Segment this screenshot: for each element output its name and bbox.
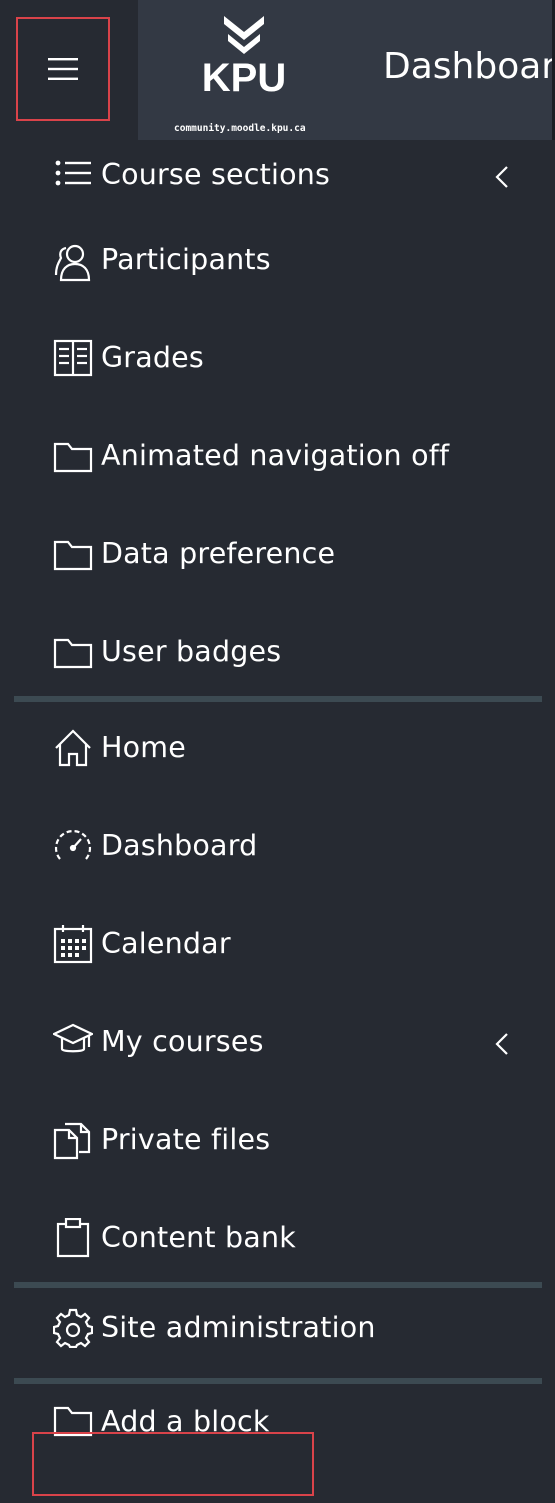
clipboard-icon [53, 1218, 93, 1258]
files-icon [53, 1120, 93, 1160]
moodle-app: KPU community.moodle.kpu.ca Dashboard [0, 0, 555, 1503]
nav-item-content-bank[interactable]: Content bank [0, 1192, 552, 1282]
kpu-logo-icon: KPU [202, 16, 286, 100]
nav-item-animated-navigation-off[interactable]: Animated navigation off [0, 410, 552, 508]
nav-drawer: Course sections Participants Grades Anim… [0, 140, 552, 1464]
nav-label-add-a-block: Add a block [101, 1405, 270, 1438]
page-title: Dashboard [383, 46, 555, 87]
nav-item-course-sections[interactable]: Course sections [0, 140, 552, 214]
list-icon [53, 154, 93, 194]
gear-icon [53, 1308, 93, 1348]
nav-label-dashboard: Dashboard [101, 829, 258, 862]
nav-label-site-administration: Site administration [101, 1311, 376, 1344]
nav-label-calendar: Calendar [101, 927, 231, 960]
nav-item-calendar[interactable]: Calendar [0, 898, 552, 996]
hamburger-icon [48, 58, 78, 80]
folder-icon [53, 534, 93, 574]
calendar-icon [53, 924, 93, 964]
home-icon [53, 728, 93, 768]
nav-label-my-courses: My courses [101, 1025, 264, 1058]
site-url-label: community.moodle.kpu.ca [174, 123, 306, 134]
gradebook-icon [53, 338, 93, 378]
nav-item-site-administration[interactable]: Site administration [0, 1288, 552, 1386]
folder-icon [53, 436, 93, 476]
nav-label-animated-navigation: Animated navigation off [101, 439, 450, 472]
folder-icon [53, 1400, 93, 1440]
nav-label-course-sections: Course sections [101, 158, 331, 191]
nav-item-participants[interactable]: Participants [0, 214, 552, 312]
nav-label-content-bank: Content bank [101, 1221, 296, 1254]
logo-panel: KPU community.moodle.kpu.ca Dashboard [138, 0, 555, 140]
nav-label-grades: Grades [101, 341, 204, 374]
nav-item-home[interactable]: Home [0, 702, 552, 800]
nav-item-data-preference[interactable]: Data preference [0, 508, 552, 606]
graduation-cap-icon [53, 1020, 93, 1060]
nav-label-private-files: Private files [101, 1123, 271, 1156]
nav-label-home: Home [101, 731, 186, 764]
nav-item-grades[interactable]: Grades [0, 312, 552, 410]
nav-item-user-badges[interactable]: User badges [0, 606, 552, 696]
nav-item-add-a-block[interactable]: Add a block [0, 1384, 552, 1464]
nav-item-private-files[interactable]: Private files [0, 1094, 552, 1192]
chevron-left-icon[interactable] [490, 1029, 514, 1059]
chevron-left-icon[interactable] [490, 162, 514, 192]
folder-icon [53, 632, 93, 672]
dashboard-gauge-icon [53, 826, 93, 866]
nav-label-data-preference: Data preference [101, 537, 336, 570]
nav-item-my-courses[interactable]: My courses [0, 996, 552, 1094]
users-icon [53, 242, 93, 282]
top-header: KPU community.moodle.kpu.ca Dashboard [0, 0, 555, 140]
kpu-logo[interactable]: KPU [194, 14, 294, 102]
nav-label-user-badges: User badges [101, 635, 282, 668]
svg-text:KPU: KPU [202, 56, 286, 100]
nav-label-participants: Participants [101, 243, 271, 276]
nav-item-dashboard[interactable]: Dashboard [0, 800, 552, 898]
hamburger-menu-button[interactable] [16, 17, 110, 121]
